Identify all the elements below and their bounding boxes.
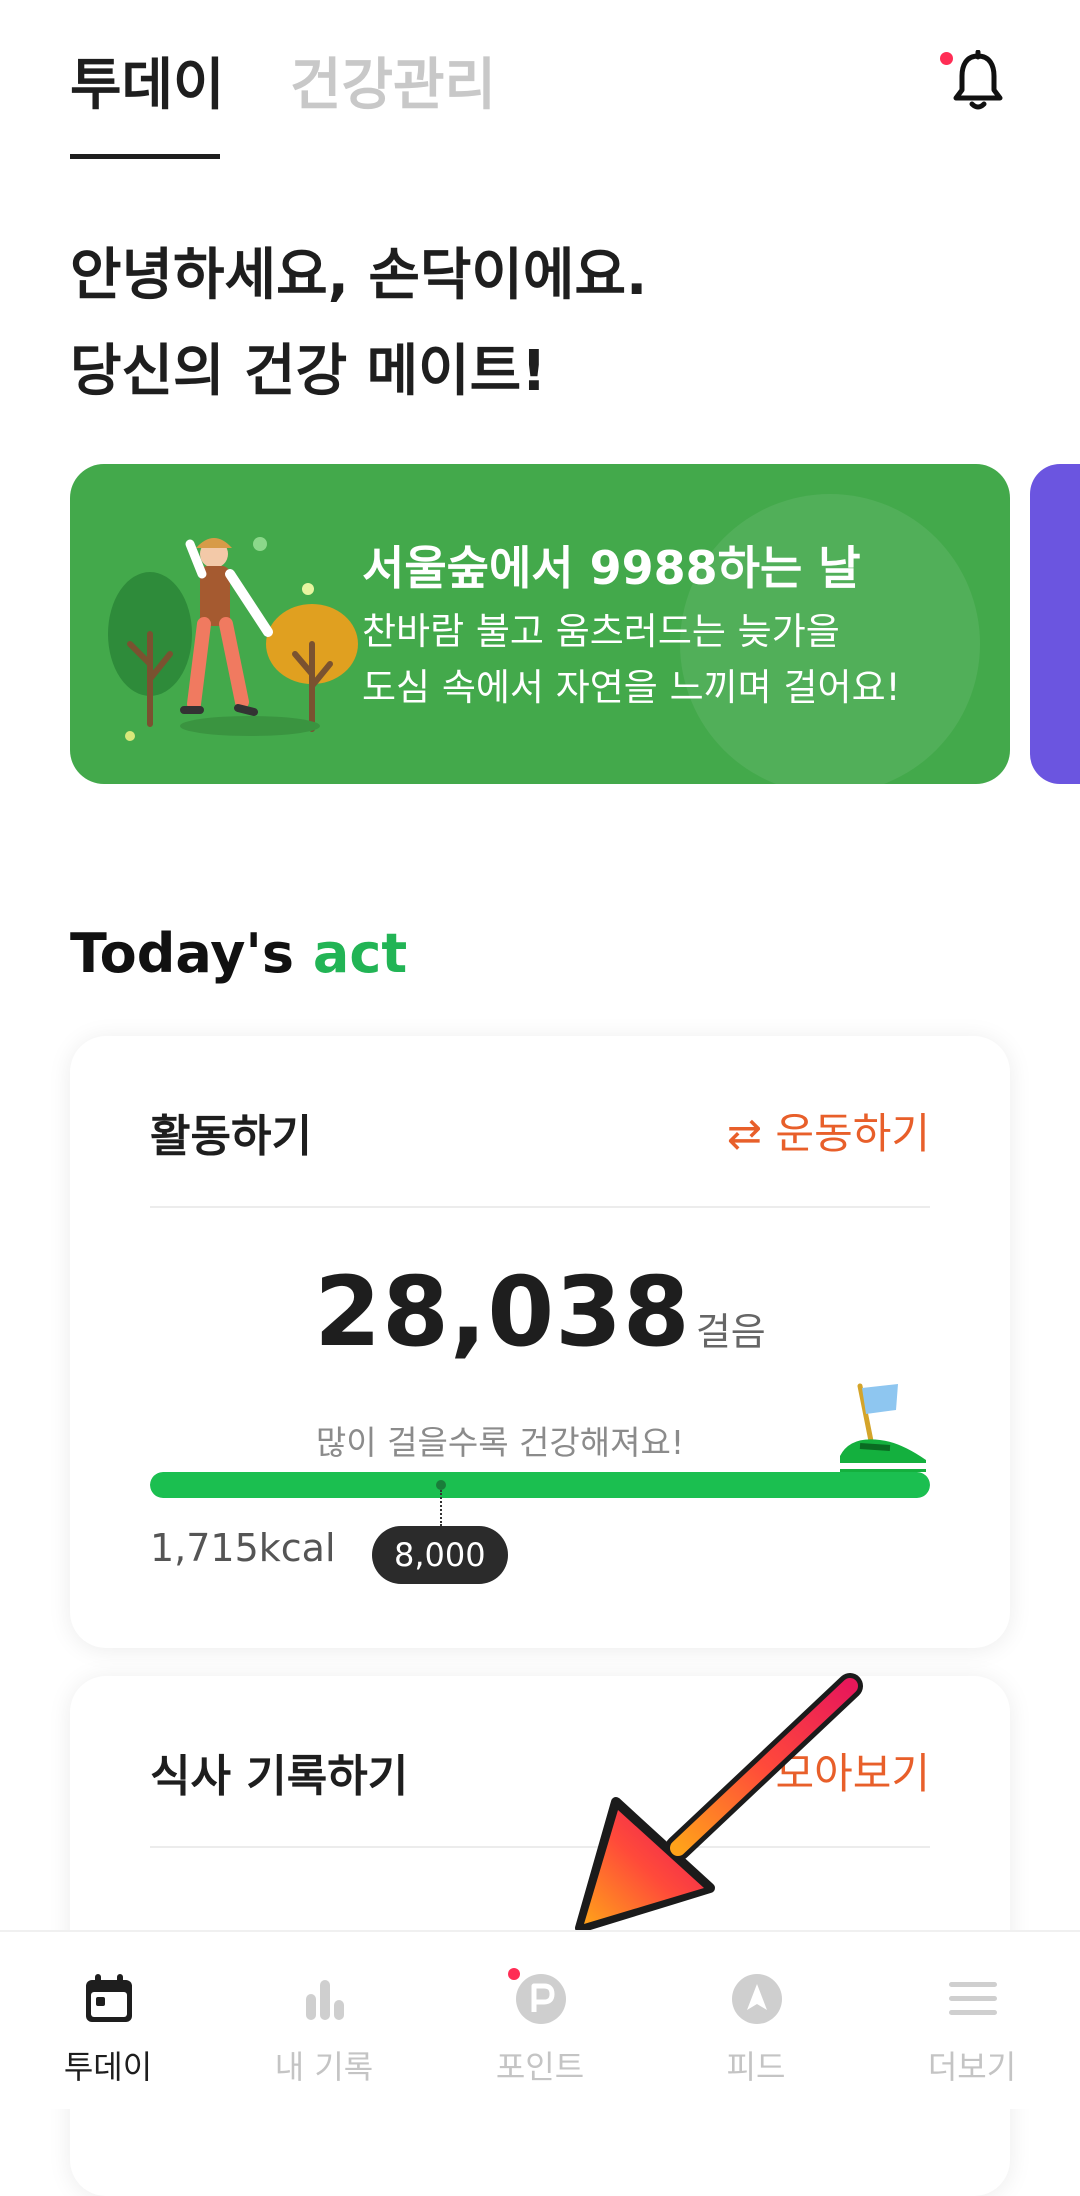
walking-hint: 많이 걸을수록 건강해져요! (315, 1423, 685, 1462)
meal-card-title: 식사 기록하기 (150, 1751, 409, 1802)
banner-body-line-2: 도심 속에서 자연을 느끼며 걸어요! (362, 666, 901, 709)
nav-label: 투데이 (63, 2048, 153, 2086)
banner-title: 서울숲에서 9988하는 날 (362, 541, 861, 595)
activity-card: 활동하기 ⇄ 운동하기 28,038 걸음 많이 걸을수록 건강해져요! 8,0… (70, 1036, 1010, 1648)
bell-icon[interactable] (950, 50, 1006, 114)
next-banner-peek[interactable] (1030, 464, 1080, 784)
section-title: Today's act (70, 922, 407, 985)
switch-to-exercise-link[interactable]: ⇄ 운동하기 (727, 1100, 930, 1161)
activity-card-title: 활동하기 (150, 1111, 312, 1162)
point-icon (516, 1974, 566, 2024)
nav-label: 더보기 (927, 2048, 1017, 2086)
step-count: 28,038 (314, 1256, 691, 1368)
step-unit: 걸음 (695, 1310, 766, 1354)
goal-badge: 8,000 (372, 1526, 508, 1584)
step-progress-bar (150, 1472, 930, 1498)
banner-body: 찬바람 불고 움츠러드는 늦가을 도심 속에서 자연을 느끼며 걸어요! (362, 604, 900, 716)
banner-body-line-1: 찬바람 불고 움츠러드는 늦가을 (362, 610, 840, 653)
nav-more[interactable]: 더보기 (864, 1932, 1080, 2109)
goal-marker-dot (436, 1480, 446, 1490)
step-count-block: 28,038 걸음 (70, 1256, 1010, 1368)
nav-today[interactable]: 투데이 (0, 1932, 216, 2109)
nav-label: 포인트 (495, 2048, 585, 2086)
step-progress-fill (150, 1472, 930, 1498)
compass-icon (732, 1974, 782, 2024)
nav-points[interactable]: 포인트 (432, 1932, 648, 2109)
greeting-line-2: 당신의 건강 메이트! (70, 339, 547, 404)
nav-feed[interactable]: 피드 (648, 1932, 864, 2109)
nav-label: 피드 (726, 2048, 786, 2086)
notification-dot (940, 52, 953, 65)
bar-chart-icon (306, 1980, 344, 2020)
sneaker-flag-icon (840, 1383, 926, 1472)
goal-marker-line (440, 1490, 442, 1526)
section-title-accent: act (312, 922, 408, 985)
bottom-navigation: 투데이 내 기록 포인트 피드 더보기 (0, 1930, 1080, 2109)
calories-burned: 1,715kcal (150, 1526, 336, 1570)
card-divider (150, 1206, 930, 1208)
annotation-arrow (575, 1673, 863, 1933)
tab-health[interactable]: 건강관리 (290, 40, 496, 121)
nav-label: 내 기록 (274, 2048, 374, 2086)
tab-today[interactable]: 투데이 (70, 40, 225, 121)
menu-icon (949, 1982, 997, 2015)
greeting: 안녕하세요, 손닥이에요. 당신의 건강 메이트! (70, 228, 647, 420)
calendar-icon (86, 1974, 132, 2022)
hiker-illustration (108, 537, 358, 741)
greeting-line-1: 안녕하세요, 손닥이에요. (70, 243, 648, 308)
nav-my-records[interactable]: 내 기록 (216, 1932, 432, 2109)
section-title-prefix: Today's (70, 922, 313, 985)
active-tab-indicator (70, 154, 220, 159)
points-notification-dot (508, 1968, 520, 1980)
promo-banner[interactable]: 서울숲에서 9988하는 날 찬바람 불고 움츠러드는 늦가을 도심 속에서 자… (70, 464, 1010, 784)
